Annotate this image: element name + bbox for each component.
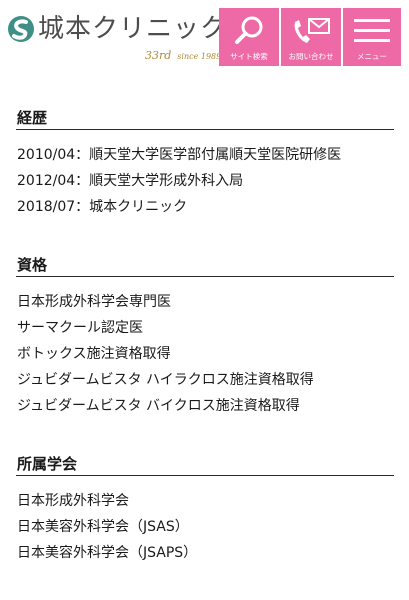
contact-label: お問い合わせ <box>288 52 334 61</box>
qualification-item: 日本形成外科学会専門医 <box>17 294 171 310</box>
clinic-logo[interactable]: 城本クリニック <box>6 14 227 44</box>
qualifications-section: 資格 日本形成外科学会専門医 サーマクール認定医 ボトックス施注資格取得 ジュビ… <box>16 255 394 419</box>
phone-mail-icon <box>294 18 330 43</box>
career-list: 2010/04：順天堂大学医学部付属順天堂医院研修医 2012/04：順天堂大学… <box>16 142 394 220</box>
societies-list: 日本形成外科学会 日本美容外科学会（JSAS） 日本美容外科学会（JSAPS） <box>16 488 394 566</box>
society-item: 日本美容外科学会（JSAPS） <box>17 545 198 561</box>
qualification-item: ジュビダームビスタ バイクロス施注資格取得 <box>17 398 300 414</box>
site-search-button[interactable]: サイト検索 <box>219 8 279 66</box>
logo-text: 城本クリニック <box>38 14 228 44</box>
societies-title: 所属学会 <box>16 454 394 476</box>
career-item: 2012/04：順天堂大学形成外科入局 <box>17 173 244 189</box>
menu-button[interactable]: メニュー <box>343 8 401 66</box>
hamburger-icon <box>354 19 390 42</box>
contact-button[interactable]: お問い合わせ <box>281 8 341 66</box>
qualifications-list: 日本形成外科学会専門医 サーマクール認定医 ボトックス施注資格取得 ジュビダーム… <box>16 289 394 419</box>
menu-label: メニュー <box>357 52 387 61</box>
qualifications-title: 資格 <box>16 255 394 277</box>
site-header: 城本クリニック 33rd since 1989 サイト検索 お問い合わせ メニュー <box>0 0 409 80</box>
logo-since: since 1989 <box>177 52 222 61</box>
logo-years: 33rd <box>145 49 172 62</box>
career-title: 経歴 <box>16 108 394 130</box>
society-item: 日本形成外科学会 <box>17 493 129 509</box>
logo-mark-icon <box>8 16 34 42</box>
career-item: 2010/04：順天堂大学医学部付属順天堂医院研修医 <box>17 147 342 163</box>
logo-tagline: 33rd since 1989 <box>145 44 221 63</box>
search-icon <box>235 16 263 44</box>
qualification-item: ジュビダームビスタ ハイラクロス施注資格取得 <box>17 372 314 388</box>
career-item: 2018/07：城本クリニック <box>17 199 188 215</box>
site-search-label: サイト検索 <box>230 52 268 61</box>
societies-section: 所属学会 日本形成外科学会 日本美容外科学会（JSAS） 日本美容外科学会（JS… <box>16 454 394 566</box>
career-section: 経歴 2010/04：順天堂大学医学部付属順天堂医院研修医 2012/04：順天… <box>16 108 394 220</box>
society-item: 日本美容外科学会（JSAS） <box>17 519 189 535</box>
qualification-item: サーマクール認定医 <box>17 320 143 336</box>
qualification-item: ボトックス施注資格取得 <box>17 346 171 362</box>
